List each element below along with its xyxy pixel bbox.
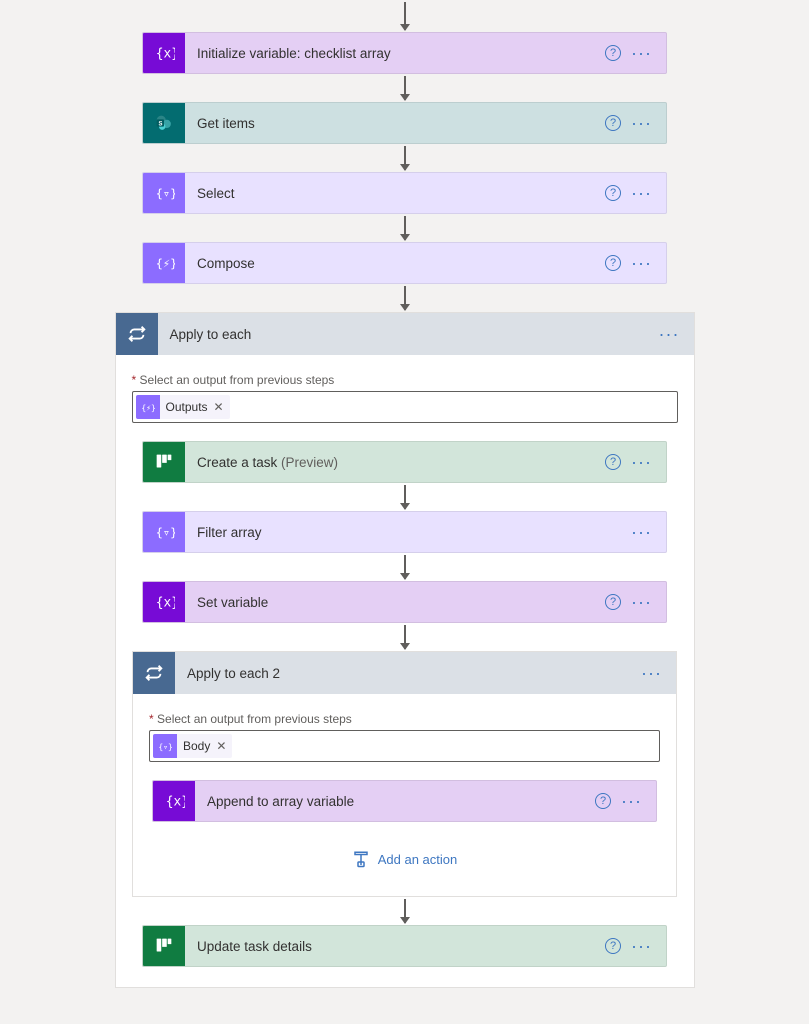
variable-icon: {x} — [143, 32, 185, 74]
action-title: Create a task (Preview) — [185, 455, 605, 470]
action-title: Filter array — [185, 525, 627, 540]
svg-text:{⚡}: {⚡} — [141, 403, 155, 412]
apply-to-each-2-header[interactable]: Apply to each 2 ··· — [133, 652, 676, 694]
output-selector-input[interactable]: {▿} Body ✕ — [149, 730, 660, 762]
svg-text:{⚡}: {⚡} — [156, 257, 175, 271]
select-icon: {▿} — [143, 172, 185, 214]
action-update-task-details[interactable]: Update task details ? ··· — [142, 925, 667, 967]
more-menu-icon[interactable]: ··· — [627, 114, 656, 132]
filter-icon: {▿} — [153, 734, 177, 758]
remove-token-icon[interactable]: ✕ — [214, 400, 230, 414]
remove-token-icon[interactable]: ✕ — [216, 739, 232, 753]
help-icon[interactable]: ? — [595, 793, 611, 809]
sharepoint-icon: S — [143, 102, 185, 144]
foreach-body: * Select an output from previous steps {… — [133, 694, 676, 876]
action-get-items[interactable]: S Get items ? ··· — [142, 102, 667, 144]
more-menu-icon[interactable]: ··· — [617, 792, 646, 810]
help-icon[interactable]: ? — [605, 185, 621, 201]
field-label: * Select an output from previous steps — [149, 712, 352, 726]
help-icon[interactable]: ? — [605, 115, 621, 131]
connector-arrow — [404, 216, 406, 240]
field-label: * Select an output from previous steps — [132, 373, 335, 387]
svg-text:{x}: {x} — [156, 47, 175, 62]
action-title: Append to array variable — [195, 794, 595, 809]
action-create-task[interactable]: Create a task (Preview) ? ··· — [142, 441, 667, 483]
action-select[interactable]: {▿} Select ? ··· — [142, 172, 667, 214]
svg-text:S: S — [159, 121, 163, 127]
apply-to-each-2-container: Apply to each 2 ··· * Select an output f… — [132, 651, 677, 897]
output-selector-input[interactable]: {⚡} Outputs ✕ — [132, 391, 678, 423]
add-action-icon — [352, 850, 370, 868]
action-title: Compose — [185, 256, 605, 271]
planner-icon — [143, 441, 185, 483]
svg-text:{▿}: {▿} — [158, 742, 172, 751]
svg-text:{x}: {x} — [156, 596, 175, 611]
svg-text:{x}: {x} — [166, 795, 185, 810]
help-icon[interactable]: ? — [605, 594, 621, 610]
planner-icon — [143, 925, 185, 967]
token-chip-body[interactable]: {▿} Body ✕ — [153, 734, 232, 758]
more-menu-icon[interactable]: ··· — [637, 664, 666, 682]
action-title: Apply to each 2 — [175, 666, 637, 681]
filter-icon: {▿} — [143, 511, 185, 553]
action-title: Set variable — [185, 595, 605, 610]
action-append-array[interactable]: {x} Append to array variable ? ··· — [152, 780, 657, 822]
help-icon[interactable]: ? — [605, 255, 621, 271]
apply-to-each-header[interactable]: Apply to each ··· — [116, 313, 694, 355]
more-menu-icon[interactable]: ··· — [627, 44, 656, 62]
action-title: Select — [185, 186, 605, 201]
connector-arrow — [404, 76, 406, 100]
action-compose[interactable]: {⚡} Compose ? ··· — [142, 242, 667, 284]
help-icon[interactable]: ? — [605, 938, 621, 954]
more-menu-icon[interactable]: ··· — [627, 523, 656, 541]
more-menu-icon[interactable]: ··· — [627, 184, 656, 202]
connector-arrow — [404, 625, 406, 649]
variable-icon: {x} — [143, 581, 185, 623]
apply-to-each-container: Apply to each ··· * Select an output fro… — [115, 312, 695, 988]
action-title: Apply to each — [158, 327, 655, 342]
loop-icon — [116, 313, 158, 355]
action-filter-array[interactable]: {▿} Filter array ··· — [142, 511, 667, 553]
add-action-label: Add an action — [378, 852, 458, 867]
svg-text:{▿}: {▿} — [156, 187, 175, 201]
action-title: Update task details — [185, 939, 605, 954]
connector-arrow — [404, 2, 406, 30]
loop-icon — [133, 652, 175, 694]
more-menu-icon[interactable]: ··· — [627, 254, 656, 272]
connector-arrow — [404, 485, 406, 509]
svg-text:{▿}: {▿} — [156, 526, 175, 540]
add-action-button[interactable]: Add an action — [352, 850, 458, 868]
flow-canvas: {x} Initialize variable: checklist array… — [0, 0, 809, 988]
compose-icon: {⚡} — [143, 242, 185, 284]
more-menu-icon[interactable]: ··· — [627, 593, 656, 611]
chip-label: Body — [177, 739, 216, 753]
action-title: Initialize variable: checklist array — [185, 46, 605, 61]
help-icon[interactable]: ? — [605, 45, 621, 61]
action-initialize-variable[interactable]: {x} Initialize variable: checklist array… — [142, 32, 667, 74]
connector-arrow — [404, 899, 406, 923]
help-icon[interactable]: ? — [605, 454, 621, 470]
token-chip-outputs[interactable]: {⚡} Outputs ✕ — [136, 395, 230, 419]
variable-icon: {x} — [153, 780, 195, 822]
connector-arrow — [404, 286, 406, 310]
chip-label: Outputs — [160, 400, 214, 414]
foreach-body: * Select an output from previous steps {… — [116, 355, 694, 967]
action-set-variable[interactable]: {x} Set variable ? ··· — [142, 581, 667, 623]
more-menu-icon[interactable]: ··· — [627, 453, 656, 471]
connector-arrow — [404, 146, 406, 170]
connector-arrow — [404, 555, 406, 579]
more-menu-icon[interactable]: ··· — [627, 937, 656, 955]
more-menu-icon[interactable]: ··· — [655, 325, 684, 343]
compose-icon: {⚡} — [136, 395, 160, 419]
action-title: Get items — [185, 116, 605, 131]
